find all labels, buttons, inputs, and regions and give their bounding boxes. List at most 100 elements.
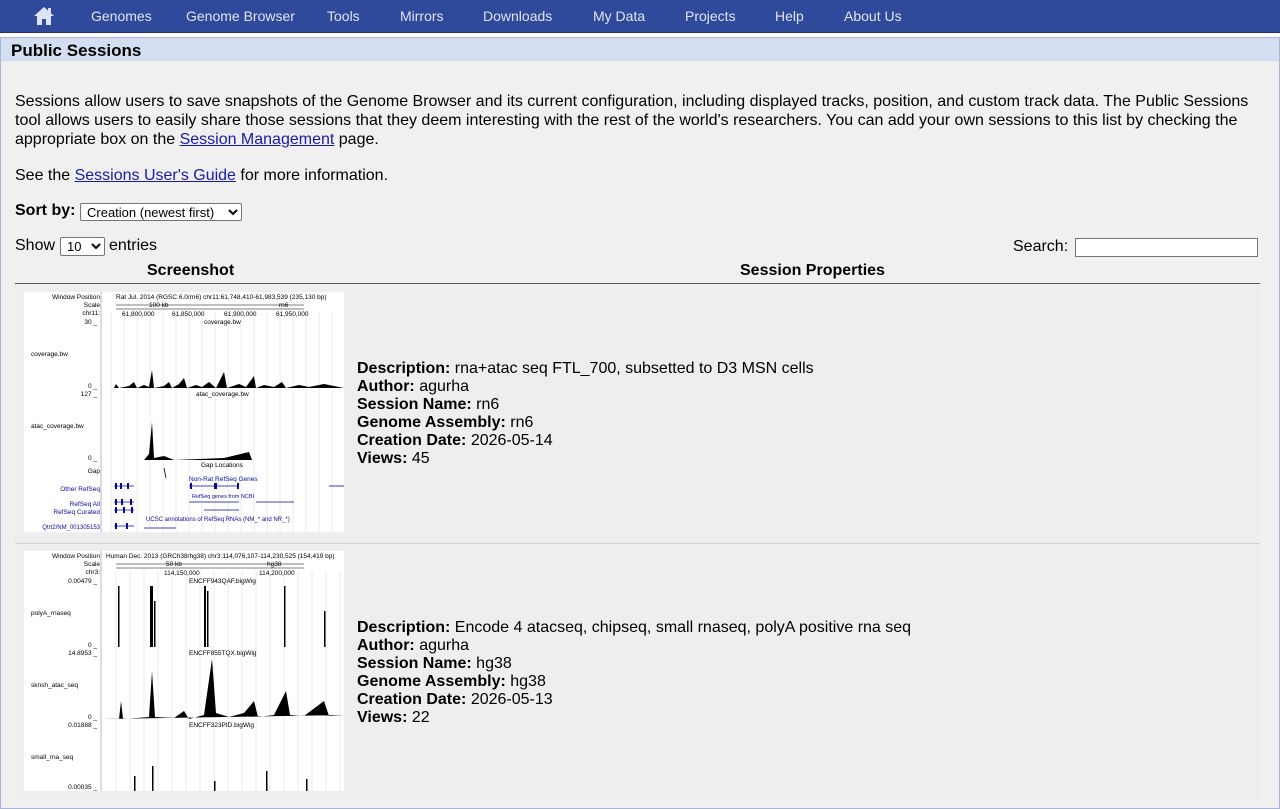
value-views: 45 — [411, 450, 430, 467]
page-title: Public Sessions — [11, 41, 142, 60]
shot-pos: 114,200,000 — [259, 570, 295, 577]
shot-track-label: Gap — [88, 468, 101, 475]
shot-track-title: Non-Rat RefSeq Genes — [189, 476, 258, 483]
prop-assembly: Genome Assembly: rn6 — [357, 414, 814, 432]
shot-track-label: polyA_rnaseq — [31, 610, 71, 617]
shot-window-position: Window Position — [52, 294, 100, 301]
session-properties: Description: rna+atac seq FTL_700, subse… — [357, 360, 814, 468]
label-views: Views: — [357, 709, 408, 726]
shot-track-label: RefSeq Curated — [53, 509, 100, 516]
nav-tools[interactable]: Tools — [327, 8, 360, 24]
sort-row: Sort by: — [15, 202, 79, 220]
shot-axis: 14.8953 _ — [68, 650, 97, 657]
shot-header: Rat Jul. 2014 (RGSC 6.0/rn6) chr11:61,74… — [116, 294, 327, 301]
intro-text-end: page. — [334, 131, 379, 148]
nav-projects[interactable]: Projects — [685, 8, 736, 24]
label-session-name: Session Name: — [357, 396, 472, 413]
label-assembly: Genome Assembly: — [357, 673, 506, 690]
sessions-guide-link[interactable]: Sessions User's Guide — [75, 167, 236, 184]
prop-author: Author: agurha — [357, 637, 911, 655]
shot-pos: 61,850,000 — [172, 311, 205, 318]
shot-axis: 30 _ — [84, 319, 97, 326]
search-input[interactable] — [1075, 238, 1258, 257]
shot-track-title: RefSeq genes from NCBI — [192, 494, 255, 500]
shot-track-title: ENCFF323PID.bigWig — [189, 722, 254, 729]
shot-track-label: RefSeq All — [70, 501, 101, 508]
nav-my-data[interactable]: My Data — [593, 8, 645, 24]
label-description: Description: — [357, 360, 451, 377]
column-header-screenshot[interactable]: Screenshot — [147, 262, 234, 280]
nav-mirrors[interactable]: Mirrors — [400, 8, 444, 24]
shot-scale-text: 50 kb — [166, 561, 182, 568]
shot-track-title: coverage.bw — [204, 319, 241, 326]
shot-track-title: atac_coverage.bw — [196, 391, 249, 398]
session-management-link[interactable]: Session Management — [180, 131, 335, 148]
label-author: Author: — [357, 637, 415, 654]
value-assembly: rn6 — [510, 414, 534, 431]
shot-track-label: Other RefSeq — [60, 486, 100, 493]
shot-axis: 127 _ — [81, 391, 98, 398]
entries-per-page-select[interactable]: 10 — [60, 237, 105, 256]
shot-axis: 0.00035 _ — [68, 784, 97, 791]
prop-views: Views: 45 — [357, 450, 814, 468]
sort-label: Sort by: — [15, 202, 76, 219]
guide-paragraph: See the Sessions User's Guide for more i… — [15, 166, 388, 185]
prop-created: Creation Date: 2026-05-14 — [357, 432, 814, 450]
prop-author: Author: agurha — [357, 378, 814, 396]
prop-description: Description: Encode 4 atacseq, chipseq, … — [357, 619, 911, 637]
shot-track-label: atac_coverage.bw — [31, 423, 84, 430]
shot-track-label: small_rna_seq — [31, 754, 74, 761]
top-navbar: Genomes Genome Browser Tools Mirrors Dow… — [0, 0, 1280, 33]
value-session-name: hg38 — [476, 655, 512, 672]
shot-scale-db: hg38 — [267, 561, 282, 568]
label-created: Creation Date: — [357, 432, 467, 449]
value-session-name: rn6 — [476, 396, 500, 413]
shot-axis: 0.01888 _ — [68, 722, 97, 729]
entries-label: entries — [109, 237, 158, 254]
nav-downloads[interactable]: Downloads — [483, 8, 552, 24]
value-description: Encode 4 atacseq, chipseq, small rnaseq,… — [454, 619, 912, 636]
prop-session-name: Session Name: hg38 — [357, 655, 911, 673]
shot-pos: 114,150,000 — [164, 570, 200, 577]
shot-axis: 0 _ — [88, 383, 97, 390]
label-description: Description: — [357, 619, 451, 636]
value-author: agurha — [419, 637, 470, 654]
public-sessions-panel: Public Sessions Sessions allow users to … — [0, 37, 1280, 809]
shot-track-title: ENCFF943QAF.bigWig — [189, 578, 256, 585]
table-row[interactable]: Window Position Scale chr11: Rat Jul. 20… — [15, 285, 1260, 544]
home-icon[interactable] — [33, 6, 55, 26]
value-author: agurha — [419, 378, 470, 395]
shot-track-label: coverage.bw — [31, 351, 68, 358]
value-views: 22 — [411, 709, 430, 726]
label-author: Author: — [357, 378, 415, 395]
table-row[interactable]: Window Position Scale chr3: Human Dec. 2… — [15, 544, 1260, 802]
nav-genomes[interactable]: Genomes — [91, 8, 152, 24]
value-assembly: hg38 — [510, 673, 546, 690]
section-header: Public Sessions — [1, 38, 1279, 61]
guide-text-end: for more information. — [235, 167, 389, 184]
prop-session-name: Session Name: rn6 — [357, 396, 814, 414]
shot-track-label: sknsh_atac_seq — [31, 682, 78, 689]
session-screenshot-rn6[interactable]: Window Position Scale chr11: Rat Jul. 20… — [24, 292, 344, 532]
shot-header: Human Dec. 2013 (GRCh38/hg38) chr3:114,0… — [106, 553, 335, 560]
prop-assembly: Genome Assembly: hg38 — [357, 673, 911, 691]
nav-genome-browser[interactable]: Genome Browser — [186, 8, 295, 24]
show-label: Show — [15, 237, 56, 254]
session-properties: Description: Encode 4 atacseq, chipseq, … — [357, 619, 911, 727]
prop-created: Creation Date: 2026-05-13 — [357, 691, 911, 709]
shot-pos: 61,900,000 — [224, 311, 257, 318]
prop-views: Views: 22 — [357, 709, 911, 727]
shot-scale-text: 100 kb — [149, 302, 169, 309]
shot-scale: Scale — [84, 302, 101, 309]
nav-about-us[interactable]: About Us — [844, 8, 902, 24]
intro-paragraph: Sessions allow users to save snapshots o… — [15, 92, 1255, 149]
value-created: 2026-05-13 — [470, 691, 553, 708]
shot-track-title: UCSC annotations of RefSeq RNAs (NM_* an… — [146, 517, 290, 523]
sort-select[interactable]: Creation (newest first) — [80, 203, 242, 221]
shot-track-title: Gap Locations — [201, 462, 244, 469]
column-header-session-properties[interactable]: Session Properties — [740, 262, 885, 280]
value-description: rna+atac seq FTL_700, subsetted to D3 MS… — [454, 360, 814, 377]
shot-chrom: chr3: — [86, 569, 101, 576]
session-screenshot-hg38[interactable]: Window Position Scale chr3: Human Dec. 2… — [24, 551, 344, 791]
nav-help[interactable]: Help — [775, 8, 804, 24]
